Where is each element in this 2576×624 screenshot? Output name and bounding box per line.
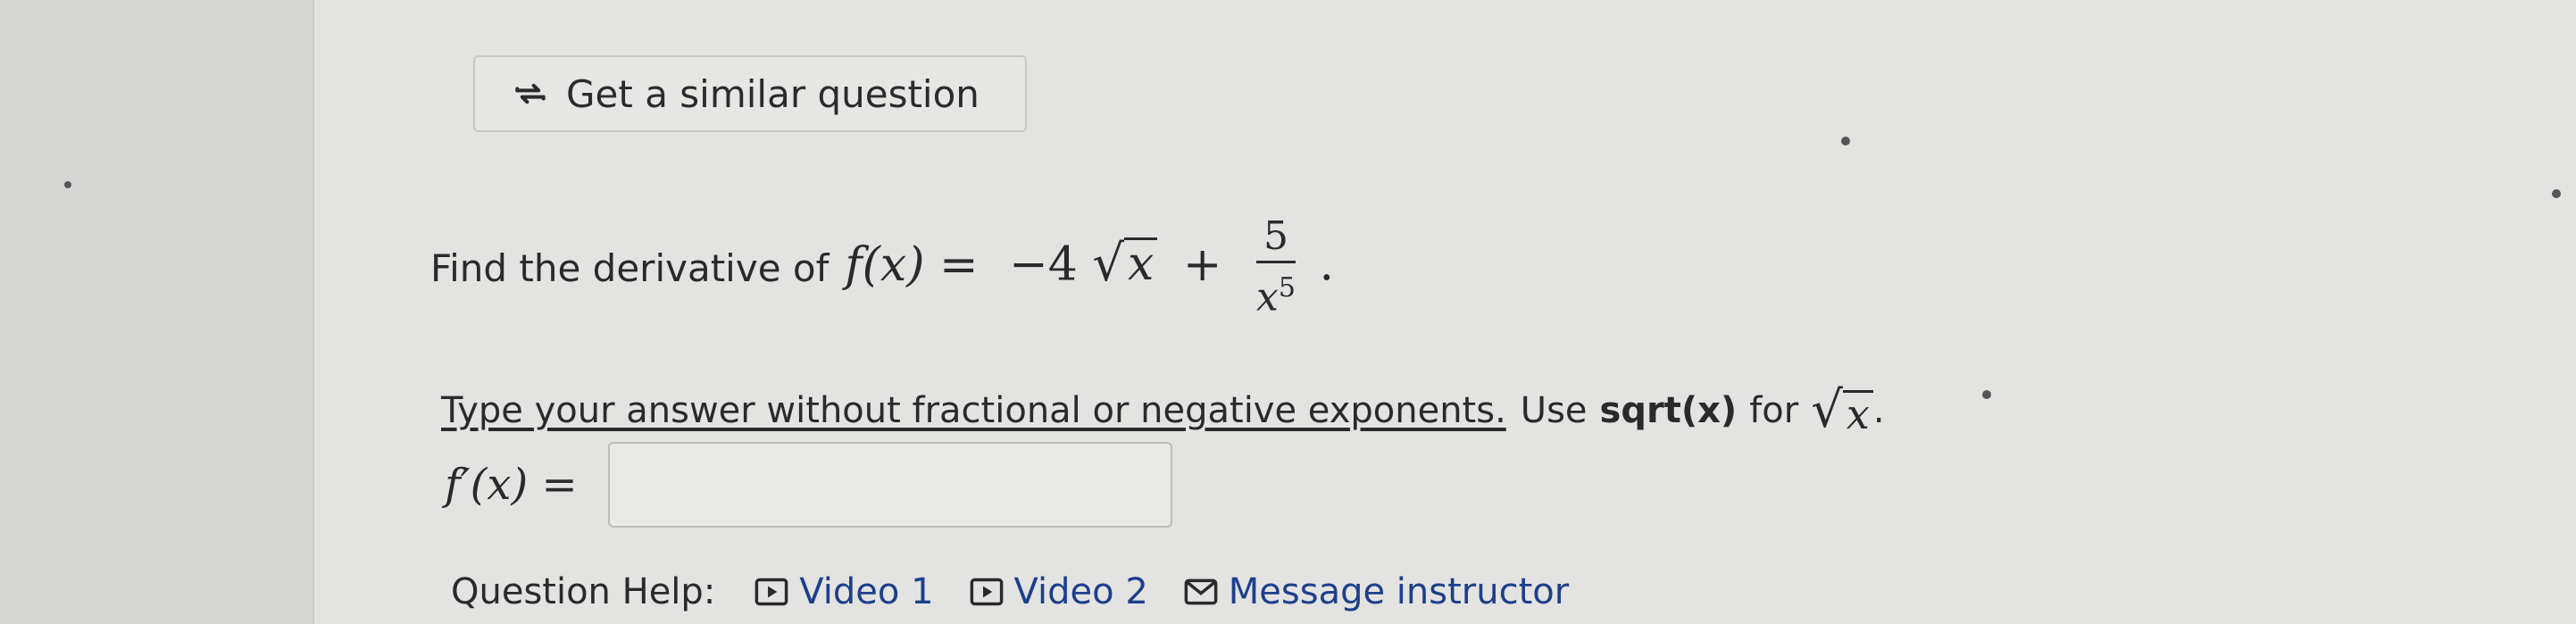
- video-2-label: Video 2: [1013, 571, 1148, 612]
- dust-speck: [64, 181, 71, 188]
- repeat-arrows-icon: [515, 83, 546, 104]
- message-instructor-label: Message instructor: [1228, 571, 1570, 612]
- answer-row: f′(x) =: [445, 442, 1172, 528]
- similar-question-button[interactable]: Get a similar question: [473, 55, 1027, 132]
- video-1-label: Video 1: [799, 571, 934, 612]
- answer-label: f′(x) =: [445, 460, 578, 510]
- radicand: x: [1124, 237, 1158, 289]
- dust-speck: [1982, 390, 1991, 399]
- instruction-sqrt: √ x: [1811, 386, 1873, 436]
- instruction-text: Type your answer without fractional or n…: [441, 386, 1885, 436]
- dust-speck: [2552, 189, 2561, 198]
- instruction-use: Use: [1520, 390, 1588, 431]
- sqrt-x: √ x: [1092, 234, 1158, 293]
- fraction-denominator: x5: [1256, 263, 1296, 323]
- instruction-underlined: Type your answer without fractional or n…: [441, 390, 1506, 431]
- answer-input[interactable]: [607, 442, 1172, 528]
- radical-sign: √: [1092, 234, 1125, 293]
- video-2-link[interactable]: Video 2: [970, 571, 1148, 612]
- page-margin: [0, 0, 313, 624]
- radical-sign: √: [1811, 381, 1843, 439]
- play-icon: [754, 578, 788, 606]
- play-icon: [970, 578, 1003, 606]
- question-prefix: Find the derivative of: [430, 245, 829, 290]
- den-base: x: [1256, 274, 1279, 320]
- question-text: Find the derivative of f(x) = −4 √ x + 5…: [430, 205, 1334, 330]
- question-help-label: Question Help:: [451, 571, 716, 612]
- function-expression: f(x) = −4 √ x + 5 x5 .: [845, 212, 1334, 323]
- envelope-icon: [1184, 578, 1218, 605]
- message-instructor-link[interactable]: Message instructor: [1184, 571, 1569, 612]
- fraction: 5 x5: [1256, 212, 1296, 323]
- term-coefficient: −4: [1009, 237, 1078, 292]
- similar-question-label: Get a similar question: [566, 71, 980, 116]
- question-end: .: [1319, 237, 1334, 292]
- den-exponent: 5: [1278, 272, 1296, 304]
- plus-sign: +: [1182, 237, 1222, 292]
- question-help: Question Help: Video 1 Video 2 Message i…: [451, 571, 1605, 612]
- function-lhs: f(x) =: [845, 237, 979, 292]
- fraction-numerator: 5: [1263, 213, 1288, 260]
- radicand: x: [1842, 389, 1873, 436]
- instruction-end: .: [1872, 390, 1885, 431]
- dust-speck: [1841, 137, 1850, 146]
- instruction-code: sqrt(x): [1599, 390, 1738, 431]
- video-1-link[interactable]: Video 1: [754, 571, 934, 612]
- instruction-for: for: [1749, 390, 1799, 431]
